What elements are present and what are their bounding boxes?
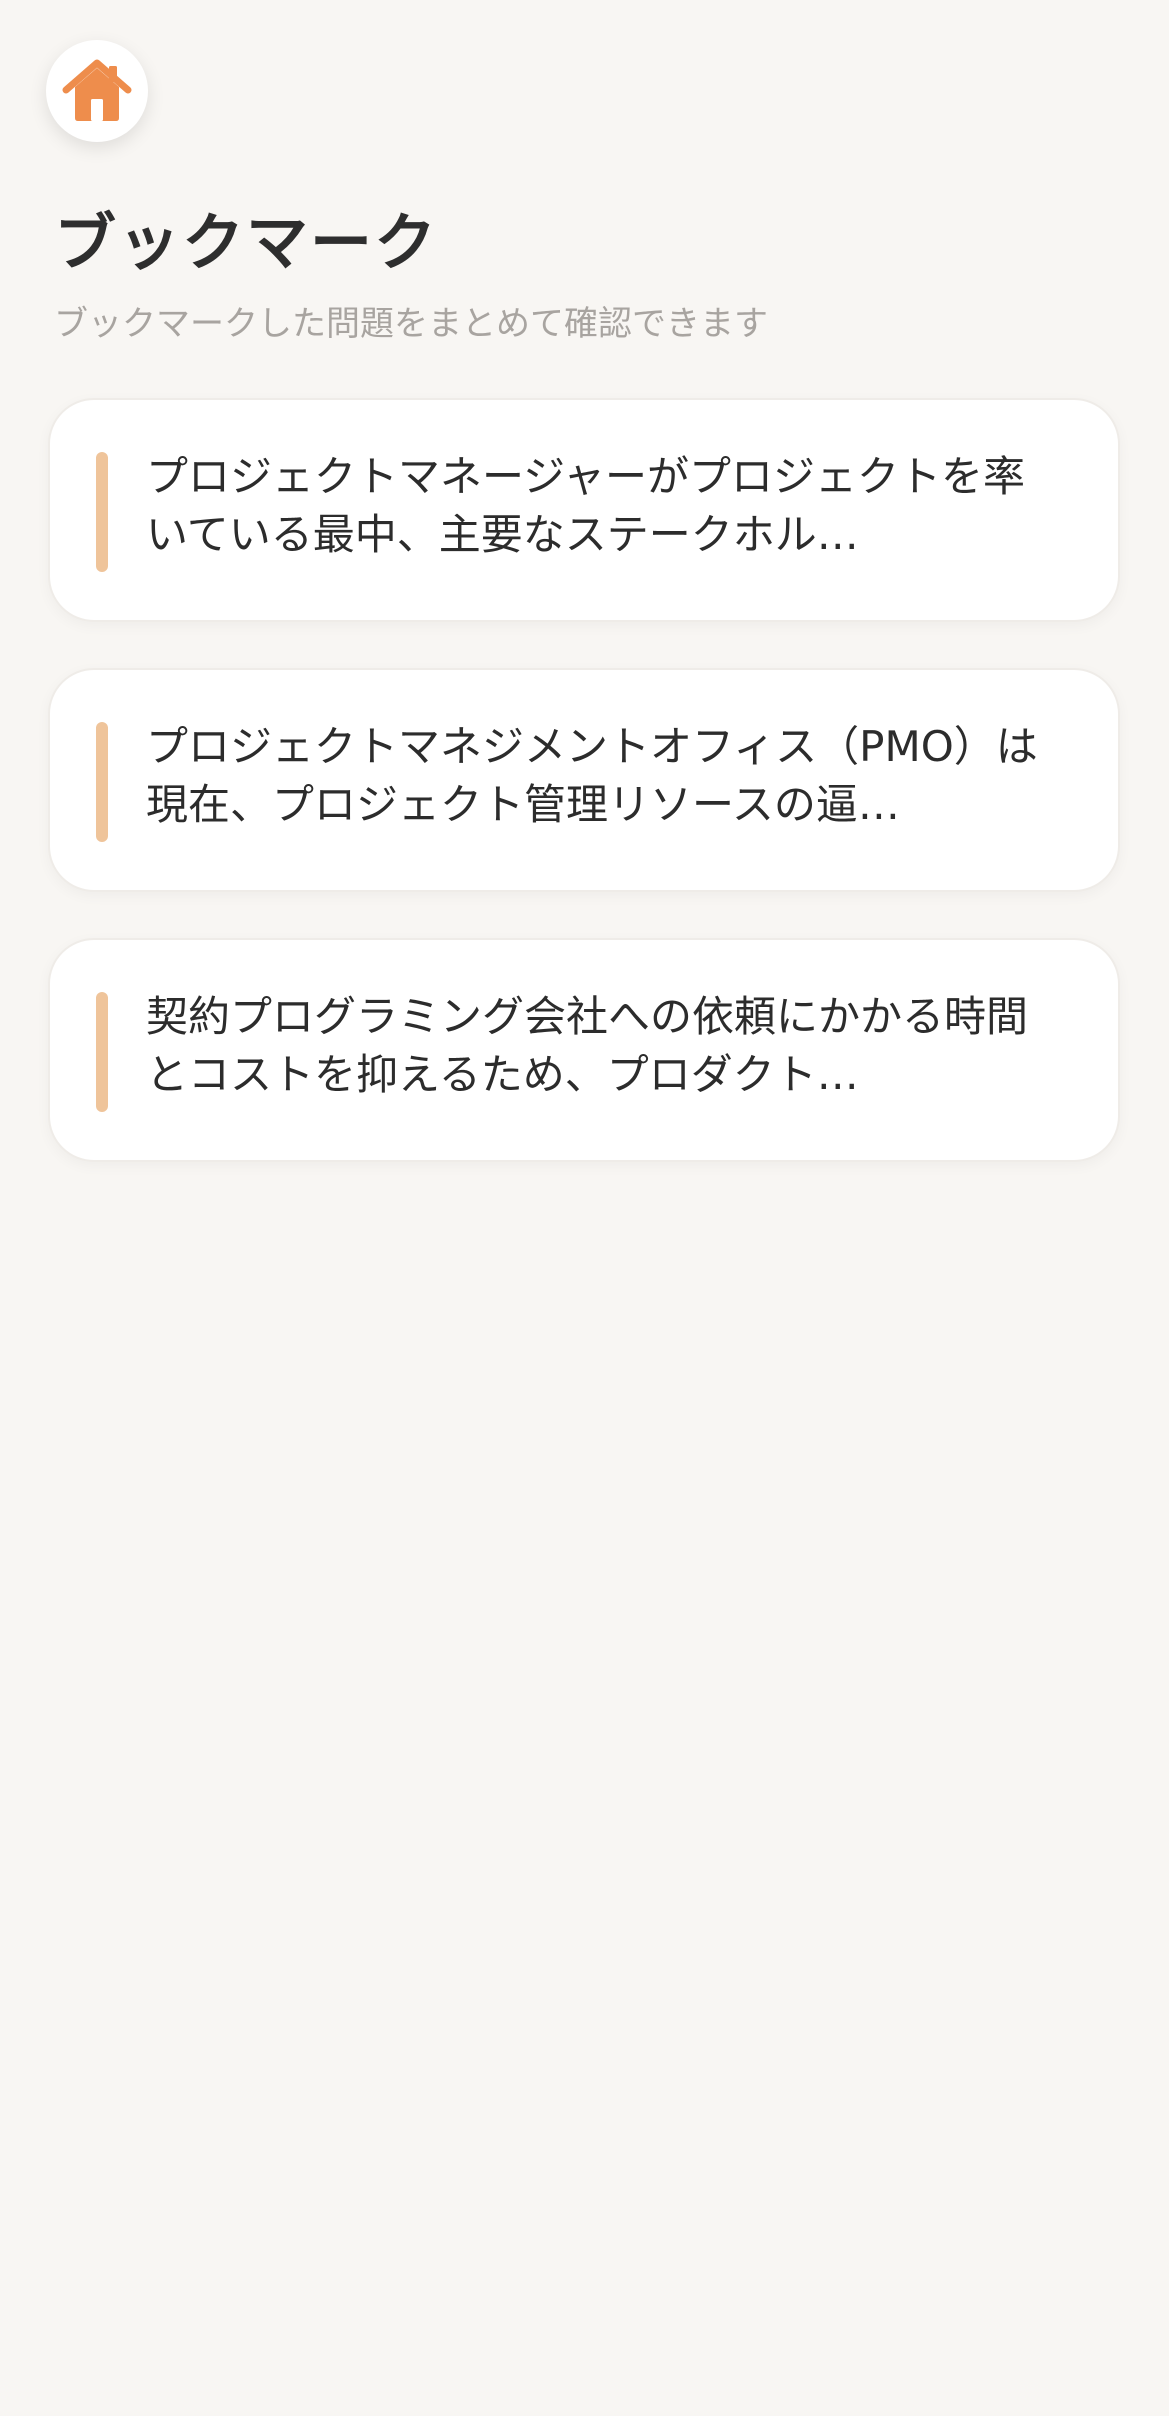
home-icon <box>60 56 134 126</box>
bookmark-card[interactable]: プロジェクトマネジメントオフィス（PMO）は現在、プロジェクト管理リソースの逼… <box>48 668 1120 892</box>
bookmark-accent-bar <box>96 992 108 1112</box>
bookmark-accent-bar <box>96 722 108 842</box>
page-subtitle: ブックマークした問題をまとめて確認できます <box>54 304 768 344</box>
bookmark-question-text: プロジェクトマネージャーがプロジェクトを率いている最中、主要なステークホル… <box>146 452 1026 559</box>
bookmark-card[interactable]: プロジェクトマネージャーがプロジェクトを率いている最中、主要なステークホル… <box>48 398 1120 622</box>
bookmark-list: プロジェクトマネージャーがプロジェクトを率いている最中、主要なステークホル… プ… <box>48 398 1120 1162</box>
bookmark-question-text: 契約プログラミング会社への依頼にかかる時間とコストを抑えるため、プロダクト… <box>146 992 1029 1099</box>
bookmark-card[interactable]: 契約プログラミング会社への依頼にかかる時間とコストを抑えるため、プロダクト… <box>48 938 1120 1162</box>
page-title: ブックマーク <box>54 206 439 279</box>
bookmark-accent-bar <box>96 452 108 572</box>
bookmark-question-text: プロジェクトマネジメントオフィス（PMO）は現在、プロジェクト管理リソースの逼… <box>146 722 1038 829</box>
home-button[interactable] <box>46 40 148 142</box>
